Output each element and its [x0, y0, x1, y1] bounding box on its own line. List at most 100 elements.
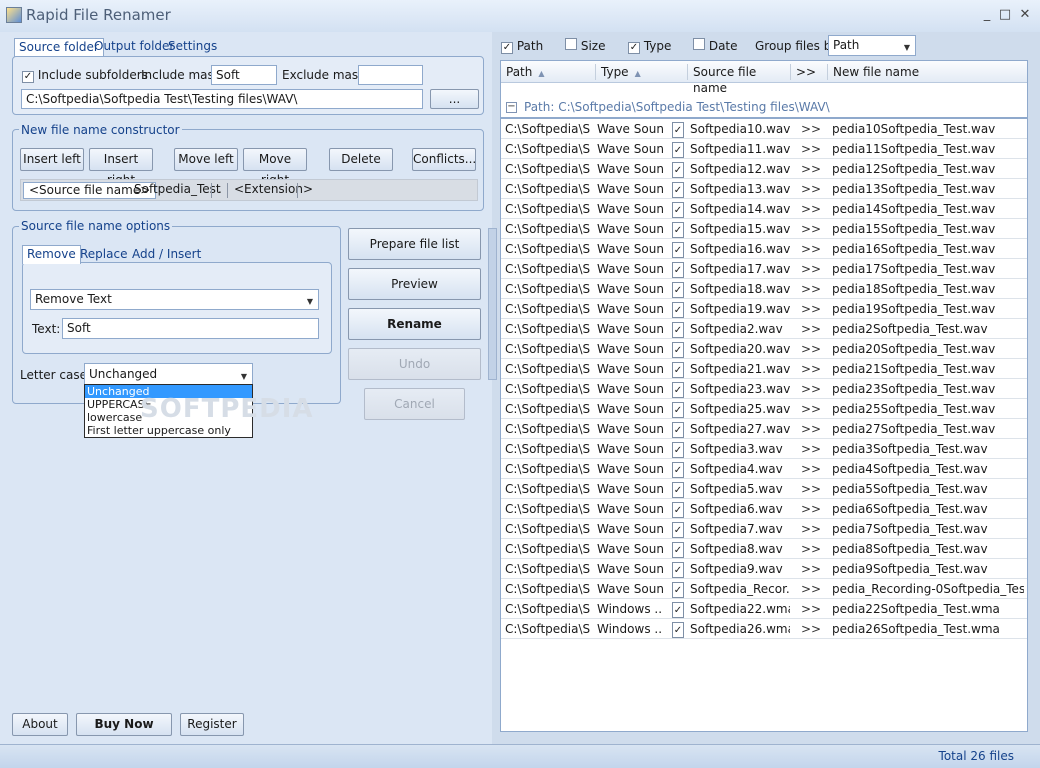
row-include-checkbox[interactable]: ✓	[672, 222, 684, 238]
source-path-input[interactable]: C:\Softpedia\Softpedia Test\Testing file…	[21, 89, 423, 109]
table-row[interactable]: C:\Softpedia\S... Wave Sound Softpedia9.wa…	[501, 559, 1027, 579]
letter-case-option-first-letter[interactable]: First letter uppercase only	[85, 424, 252, 437]
cancel-button[interactable]: Cancel	[364, 388, 465, 420]
remove-text-input[interactable]: Soft	[62, 318, 319, 339]
row-include-checkbox[interactable]: ✓	[672, 502, 684, 518]
row-include-checkbox[interactable]: ✓	[672, 482, 684, 498]
register-button[interactable]: Register	[180, 713, 244, 736]
row-include-checkbox[interactable]: ✓	[672, 122, 684, 138]
column-header-path[interactable]: Path ▲	[501, 64, 595, 80]
row-include-checkbox[interactable]: ✓	[672, 422, 684, 438]
table-row[interactable]: C:\Softpedia\S... Wave Sound Softpedia8.wa…	[501, 539, 1027, 559]
row-include-checkbox[interactable]: ✓	[672, 622, 684, 638]
tab-settings[interactable]: Settings	[164, 38, 221, 57]
table-row[interactable]: C:\Softpedia\S... Wave Sound Softpedia27.w…	[501, 419, 1027, 439]
row-include-checkbox[interactable]: ✓	[672, 462, 684, 478]
remove-mode-select[interactable]: Remove Text ▼	[30, 289, 319, 310]
row-include-checkbox[interactable]: ✓	[672, 262, 684, 278]
row-path: C:\Softpedia\S...	[505, 402, 591, 416]
table-row[interactable]: C:\Softpedia\S... Wave Sound Softpedia23.w…	[501, 379, 1027, 399]
row-arrow: >>	[801, 122, 821, 136]
about-button[interactable]: About	[12, 713, 68, 736]
collapse-icon[interactable]: −	[506, 102, 517, 113]
row-include-checkbox[interactable]: ✓	[672, 162, 684, 178]
table-row[interactable]: C:\Softpedia\S... Wave Sound Softpedia12.w…	[501, 159, 1027, 179]
table-row[interactable]: C:\Softpedia\S... Windows ... Softpedia22.…	[501, 599, 1027, 619]
token-extension[interactable]: <Extension>	[229, 182, 318, 199]
undo-button[interactable]: Undo	[348, 348, 481, 380]
move-right-button[interactable]: Move right	[243, 148, 307, 187]
table-row[interactable]: C:\Softpedia\S... Wave Sound Softpedia6.wa…	[501, 499, 1027, 519]
conflicts-button[interactable]: Conflicts...	[412, 148, 476, 171]
table-row[interactable]: C:\Softpedia\S... Wave Sound Softpedia16.w…	[501, 239, 1027, 259]
buy-now-button[interactable]: Buy Now	[76, 713, 172, 736]
include-mask-input[interactable]: Soft	[211, 65, 277, 85]
column-header-new-name[interactable]: New file name	[827, 64, 1027, 80]
rename-button[interactable]: Rename	[348, 308, 481, 340]
row-arrow: >>	[801, 522, 821, 536]
table-row[interactable]: C:\Softpedia\S... Wave Sound Softpedia17.w…	[501, 259, 1027, 279]
move-left-button[interactable]: Move left	[174, 148, 238, 171]
table-row[interactable]: C:\Softpedia\S... Wave Sound Softpedia7.wa…	[501, 519, 1027, 539]
table-row[interactable]: C:\Softpedia\S... Wave Sound Softpedia14.w…	[501, 199, 1027, 219]
row-include-checkbox[interactable]: ✓	[672, 382, 684, 398]
delete-button[interactable]: Delete	[329, 148, 393, 171]
table-row[interactable]: C:\Softpedia\S... Wave Sound Softpedia5.wa…	[501, 479, 1027, 499]
maximize-icon[interactable]: □	[996, 6, 1014, 24]
column-header-type[interactable]: Type ▲	[595, 64, 687, 80]
tab-replace[interactable]: Replace	[76, 246, 131, 265]
include-subfolders-checkbox[interactable]: ✓ Include subfolders	[22, 67, 148, 83]
table-row[interactable]: C:\Softpedia\S... Wave Sound Softpedia19.w…	[501, 299, 1027, 319]
panel-splitter[interactable]	[488, 228, 497, 380]
row-include-checkbox[interactable]: ✓	[672, 322, 684, 338]
show-path-checkbox[interactable]: ✓ Path	[501, 38, 543, 54]
row-include-checkbox[interactable]: ✓	[672, 562, 684, 578]
table-row[interactable]: C:\Softpedia\S... Wave Sound Softpedia4.wa…	[501, 459, 1027, 479]
row-include-checkbox[interactable]: ✓	[672, 282, 684, 298]
row-include-checkbox[interactable]: ✓	[672, 522, 684, 538]
row-include-checkbox[interactable]: ✓	[672, 182, 684, 198]
preview-button[interactable]: Preview	[348, 268, 481, 300]
minimize-icon[interactable]: _	[978, 6, 996, 24]
group-by-select[interactable]: Path ▼	[828, 35, 916, 56]
column-header-arrow[interactable]: >>	[790, 64, 827, 80]
row-include-checkbox[interactable]: ✓	[672, 142, 684, 158]
row-include-checkbox[interactable]: ✓	[672, 202, 684, 218]
table-row[interactable]: C:\Softpedia\S... Wave Sound Softpedia11.w…	[501, 139, 1027, 159]
table-row[interactable]: C:\Softpedia\S... Wave Sound Softpedia10.w…	[501, 119, 1027, 139]
prepare-file-list-button[interactable]: Prepare file list	[348, 228, 481, 260]
row-include-checkbox[interactable]: ✓	[672, 242, 684, 258]
table-row[interactable]: C:\Softpedia\S... Wave Sound Softpedia15.w…	[501, 219, 1027, 239]
table-row[interactable]: C:\Softpedia\S... Wave Sound Softpedia25.w…	[501, 399, 1027, 419]
table-row[interactable]: C:\Softpedia\S... Windows ... Softpedia26.…	[501, 619, 1027, 639]
column-header-source[interactable]: Source file name	[687, 64, 790, 95]
table-row[interactable]: C:\Softpedia\S... Wave Sound Softpedia_Rec…	[501, 579, 1027, 599]
table-row[interactable]: C:\Softpedia\S... Wave Sound Softpedia21.w…	[501, 359, 1027, 379]
row-include-checkbox[interactable]: ✓	[672, 442, 684, 458]
table-row[interactable]: C:\Softpedia\S... Wave Sound Softpedia3.wa…	[501, 439, 1027, 459]
show-date-checkbox[interactable]: Date	[693, 38, 738, 54]
row-include-checkbox[interactable]: ✓	[672, 362, 684, 378]
table-row[interactable]: C:\Softpedia\S... Wave Sound Softpedia20.w…	[501, 339, 1027, 359]
row-include-checkbox[interactable]: ✓	[672, 602, 684, 618]
browse-button[interactable]: ...	[430, 89, 479, 109]
token-dot[interactable]: .	[213, 182, 227, 199]
insert-right-button[interactable]: Insert right	[89, 148, 153, 187]
table-row[interactable]: C:\Softpedia\S... Wave Sound Softpedia13.w…	[501, 179, 1027, 199]
tab-add-insert[interactable]: Add / Insert	[128, 246, 205, 265]
table-row[interactable]: C:\Softpedia\S... Wave Sound Softpedia2.wa…	[501, 319, 1027, 339]
row-include-checkbox[interactable]: ✓	[672, 342, 684, 358]
show-type-checkbox[interactable]: ✓ Type	[628, 38, 671, 54]
row-type: Wave Sound	[597, 302, 663, 316]
letter-case-select[interactable]: Unchanged ▼	[84, 363, 253, 385]
row-include-checkbox[interactable]: ✓	[672, 302, 684, 318]
row-include-checkbox[interactable]: ✓	[672, 542, 684, 558]
tab-remove[interactable]: Remove	[22, 245, 81, 264]
row-include-checkbox[interactable]: ✓	[672, 582, 684, 598]
close-icon[interactable]: ✕	[1016, 6, 1034, 24]
row-include-checkbox[interactable]: ✓	[672, 402, 684, 418]
exclude-mask-input[interactable]	[358, 65, 423, 85]
show-size-checkbox[interactable]: Size	[565, 38, 605, 54]
table-row[interactable]: C:\Softpedia\S... Wave Sound Softpedia18.w…	[501, 279, 1027, 299]
insert-left-button[interactable]: Insert left	[20, 148, 84, 171]
